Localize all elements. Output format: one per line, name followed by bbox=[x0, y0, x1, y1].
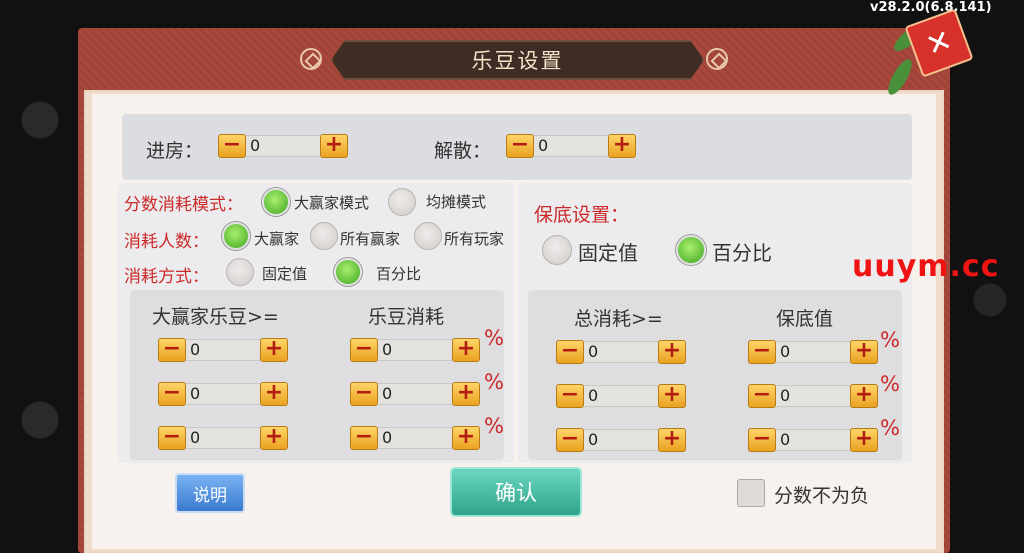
title-ornament-left-icon bbox=[300, 48, 322, 70]
total-threshold-input[interactable]: 0 bbox=[584, 385, 658, 407]
confirm-button[interactable]: 确认 bbox=[450, 467, 582, 517]
total-threshold-stepper: −0 + bbox=[556, 384, 686, 408]
percent-unit: % bbox=[484, 414, 504, 438]
plus-button[interactable]: + bbox=[658, 340, 686, 364]
plus-button[interactable]: + bbox=[320, 134, 348, 158]
winner-threshold-input[interactable]: 0 bbox=[186, 383, 260, 405]
guarantee-value-stepper: −0 + bbox=[748, 340, 878, 364]
people-radio-all-winners[interactable] bbox=[310, 222, 338, 250]
minus-button[interactable]: − bbox=[158, 382, 186, 406]
enter-label: 进房： bbox=[146, 140, 204, 162]
mode-option-split: 均摊模式 bbox=[426, 193, 487, 211]
minus-button[interactable]: − bbox=[748, 428, 776, 452]
total-threshold-input[interactable]: 0 bbox=[584, 341, 658, 363]
winner-threshold-input[interactable]: 0 bbox=[186, 427, 260, 449]
total-threshold-input[interactable]: 0 bbox=[584, 429, 658, 451]
minus-button[interactable]: − bbox=[556, 384, 584, 408]
percent-unit: % bbox=[880, 328, 900, 352]
minus-button[interactable]: − bbox=[748, 340, 776, 364]
guarantee-value-input[interactable]: 0 bbox=[776, 341, 850, 363]
guarantee-value-stepper: −0 + bbox=[748, 384, 878, 408]
people-option-all-winners: 所有赢家 bbox=[340, 230, 401, 248]
people-option-winner: 大赢家 bbox=[254, 230, 300, 248]
method-option-percent: 百分比 bbox=[376, 265, 422, 283]
people-radio-all-players[interactable] bbox=[414, 222, 442, 250]
guarantee-radio-fixed[interactable] bbox=[542, 235, 572, 265]
bean-cost-input[interactable]: 0 bbox=[378, 383, 452, 405]
nonnegative-checkbox[interactable] bbox=[737, 479, 765, 507]
plus-button[interactable]: + bbox=[260, 338, 288, 362]
percent-unit: % bbox=[484, 370, 504, 394]
left-col1-header: 大赢家乐豆>= bbox=[152, 306, 279, 328]
plus-button[interactable]: + bbox=[850, 428, 878, 452]
right-col1-header: 总消耗>= bbox=[574, 308, 663, 330]
guarantee-option-fixed: 固定值 bbox=[578, 241, 638, 265]
minus-button[interactable]: − bbox=[556, 428, 584, 452]
guarantee-value-input[interactable]: 0 bbox=[776, 429, 850, 451]
bean-cost-input[interactable]: 0 bbox=[378, 339, 452, 361]
left-col2-header: 乐豆消耗 bbox=[368, 306, 445, 328]
guarantee-value-input[interactable]: 0 bbox=[776, 385, 850, 407]
percent-unit: % bbox=[880, 372, 900, 396]
winner-threshold-input[interactable]: 0 bbox=[186, 339, 260, 361]
mode-option-winner: 大赢家模式 bbox=[294, 194, 370, 212]
mode-radio-split[interactable] bbox=[388, 188, 416, 216]
right-col2-header: 保底值 bbox=[776, 308, 834, 330]
plus-button[interactable]: + bbox=[260, 382, 288, 406]
plus-button[interactable]: + bbox=[452, 426, 480, 450]
minus-button[interactable]: − bbox=[350, 382, 378, 406]
method-label: 消耗方式： bbox=[124, 267, 209, 287]
dissolve-value-input[interactable]: 0 bbox=[534, 135, 608, 157]
watermark: uuym.cc bbox=[852, 249, 1000, 284]
plus-button[interactable]: + bbox=[850, 384, 878, 408]
guarantee-option-percent: 百分比 bbox=[712, 241, 772, 265]
percent-unit: % bbox=[484, 326, 504, 350]
help-button[interactable]: 说明 bbox=[175, 473, 245, 513]
percent-unit: % bbox=[880, 416, 900, 440]
bean-cost-stepper: −0 + bbox=[350, 338, 480, 362]
dialog-title: 乐豆设置 bbox=[331, 40, 704, 80]
winner-threshold-stepper: −0 + bbox=[158, 338, 288, 362]
guarantee-value-stepper: −0 + bbox=[748, 428, 878, 452]
guarantee-radio-percent[interactable] bbox=[676, 235, 706, 265]
plus-button[interactable]: + bbox=[452, 382, 480, 406]
nonnegative-label: 分数不为负 bbox=[774, 485, 870, 507]
total-threshold-stepper: −0 + bbox=[556, 428, 686, 452]
minus-button[interactable]: − bbox=[158, 338, 186, 362]
mode-radio-winner[interactable] bbox=[262, 188, 290, 216]
people-label: 消耗人数： bbox=[124, 232, 209, 252]
people-option-all-players: 所有玩家 bbox=[444, 230, 505, 248]
title-ornament-right-icon bbox=[706, 48, 728, 70]
plus-button[interactable]: + bbox=[608, 134, 636, 158]
minus-button[interactable]: − bbox=[158, 426, 186, 450]
method-option-fixed: 固定值 bbox=[262, 265, 308, 283]
mode-label: 分数消耗模式： bbox=[124, 195, 243, 215]
guarantee-label: 保底设置： bbox=[534, 204, 630, 226]
method-radio-percent[interactable] bbox=[334, 258, 362, 286]
plus-button[interactable]: + bbox=[658, 384, 686, 408]
enter-value-input[interactable]: 0 bbox=[246, 135, 320, 157]
minus-button[interactable]: − bbox=[748, 384, 776, 408]
plus-button[interactable]: + bbox=[260, 426, 288, 450]
method-radio-fixed[interactable] bbox=[226, 258, 254, 286]
winner-threshold-stepper: −0 + bbox=[158, 382, 288, 406]
plus-button[interactable]: + bbox=[452, 338, 480, 362]
enter-stepper: − 0 + bbox=[218, 134, 348, 158]
minus-button[interactable]: − bbox=[506, 134, 534, 158]
minus-button[interactable]: − bbox=[556, 340, 584, 364]
dissolve-label: 解散： bbox=[434, 140, 492, 162]
bean-cost-input[interactable]: 0 bbox=[378, 427, 452, 449]
plus-button[interactable]: + bbox=[850, 340, 878, 364]
minus-button[interactable]: − bbox=[218, 134, 246, 158]
total-threshold-stepper: −0 + bbox=[556, 340, 686, 364]
minus-button[interactable]: − bbox=[350, 338, 378, 362]
dissolve-stepper: − 0 + bbox=[506, 134, 636, 158]
plus-button[interactable]: + bbox=[658, 428, 686, 452]
winner-threshold-stepper: −0 + bbox=[158, 426, 288, 450]
bean-cost-stepper: −0 + bbox=[350, 382, 480, 406]
people-radio-winner[interactable] bbox=[222, 222, 250, 250]
minus-button[interactable]: − bbox=[350, 426, 378, 450]
bean-cost-stepper: −0 + bbox=[350, 426, 480, 450]
